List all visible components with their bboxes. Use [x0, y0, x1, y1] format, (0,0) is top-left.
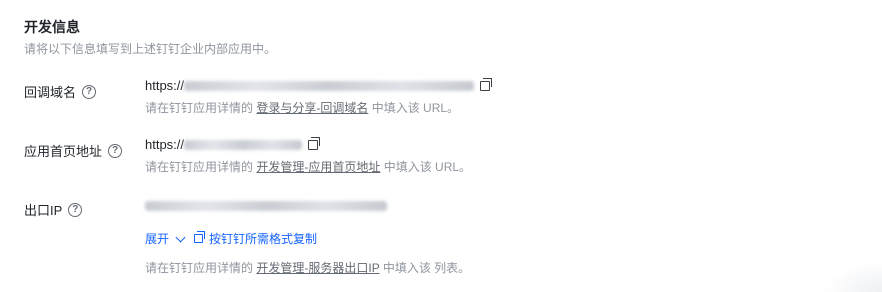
copy-icon[interactable]	[480, 77, 493, 91]
callback-domain-label-row: 回调域名 ?	[24, 82, 97, 101]
section-title: 开发信息	[24, 19, 80, 35]
egress-ip-hint: 请在钉钉应用详情的 开发管理-服务器出口IP 中填入该 列表。	[145, 259, 470, 276]
callback-url-prefix: https://	[145, 78, 185, 93]
hint-text: 请在钉钉应用详情的	[145, 101, 254, 115]
callback-hint-link[interactable]: 登录与分享-回调域名	[256, 101, 368, 115]
homepage-url-prefix: https://	[145, 137, 185, 152]
egress-ip-label: 出口IP	[24, 203, 63, 218]
copy-dingtalk-format-button[interactable]: 按钉钉所需格式复制	[209, 230, 317, 247]
question-circle-icon[interactable]: ?	[108, 143, 123, 158]
callback-hint: 请在钉钉应用详情的 登录与分享-回调域名 中填入该 URL。	[145, 99, 459, 116]
homepage-hint-link[interactable]: 开发管理-应用首页地址	[256, 160, 380, 174]
section-description: 请将以下信息填写到上述钉钉企业内部应用中。	[24, 42, 277, 56]
corner-shade	[822, 262, 882, 292]
egress-ip-label-row: 出口IP ?	[24, 200, 83, 219]
expand-button[interactable]: 展开	[145, 230, 169, 247]
question-circle-icon[interactable]: ?	[68, 202, 83, 217]
question-circle-icon[interactable]: ?	[82, 84, 97, 99]
egress-ip-redacted	[145, 201, 387, 211]
homepage-hint: 请在钉钉应用详情的 开发管理-应用首页地址 中填入该 URL。	[145, 158, 471, 175]
hint-text: 中填入该 列表。	[382, 261, 471, 275]
egress-ip-hint-link[interactable]: 开发管理-服务器出口IP	[256, 261, 379, 275]
homepage-url-redacted	[184, 139, 303, 150]
chevron-down-icon[interactable]	[175, 232, 186, 242]
homepage-label-row: 应用首页地址 ?	[24, 141, 123, 160]
hint-text: 中填入该 URL。	[383, 160, 472, 174]
copy-icon[interactable]	[194, 231, 206, 243]
callback-domain-label: 回调域名	[24, 85, 77, 100]
copy-icon[interactable]	[308, 136, 321, 150]
callback-domain-value: https://	[145, 77, 493, 93]
egress-ip-actions: 展开 按钉钉所需格式复制	[145, 230, 317, 247]
egress-ip-value	[145, 201, 387, 211]
hint-text: 请在钉钉应用详情的	[145, 261, 254, 275]
homepage-label: 应用首页地址	[24, 144, 103, 159]
hint-text: 请在钉钉应用详情的	[145, 160, 254, 174]
hint-text: 中填入该 URL。	[371, 101, 460, 115]
callback-url-redacted	[184, 80, 475, 91]
homepage-value: https://	[145, 136, 321, 152]
